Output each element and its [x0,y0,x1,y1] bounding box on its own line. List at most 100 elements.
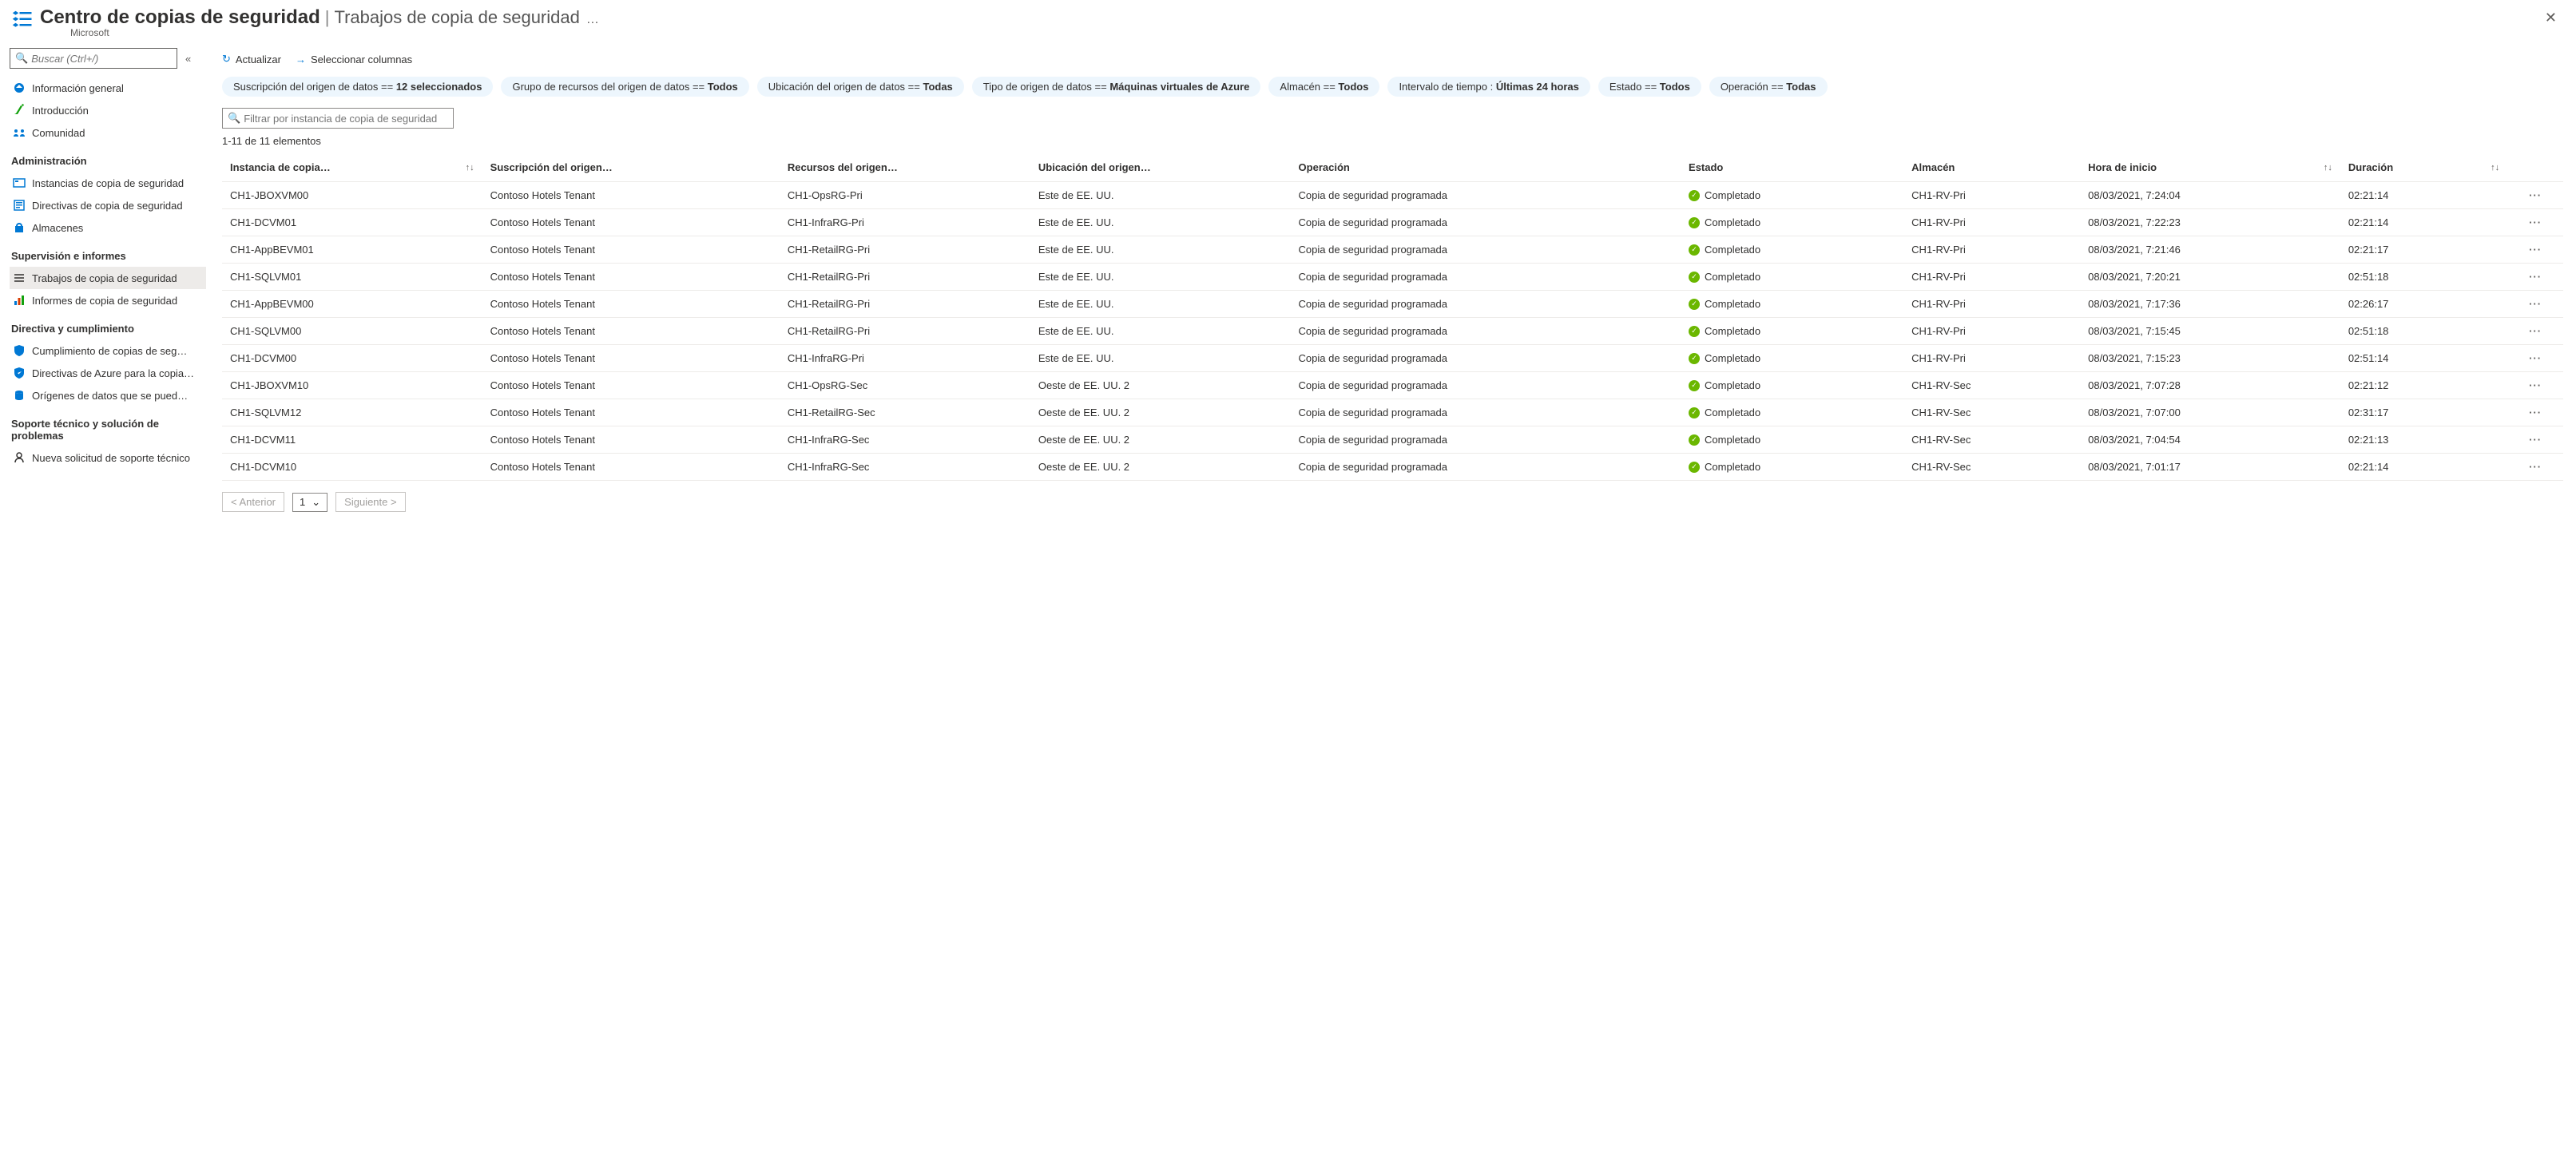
row-more-button[interactable]: ··· [2507,264,2563,291]
cell-resource: CH1-RetailRG-Pri [780,291,1030,318]
sidebar-search-input[interactable] [31,53,172,65]
pager: < Anterior 1 ⌄ Siguiente > [222,492,2563,512]
col-resource[interactable]: Recursos del origen… [780,155,1030,182]
table-row[interactable]: CH1-JBOXVM10Contoso Hotels TenantCH1-Ops… [222,372,2563,399]
cell-status: ✓Completado [1681,454,1903,481]
instance-filter[interactable]: 🔍 [222,108,454,129]
sidebar-item-policies[interactable]: Directivas de copia de seguridad [10,194,206,216]
success-icon: ✓ [1689,353,1700,364]
cell-operation: Copia de seguridad programada [1291,454,1681,481]
table-row[interactable]: CH1-DCVM00Contoso Hotels TenantCH1-Infra… [222,345,2563,372]
row-more-button[interactable]: ··· [2507,291,2563,318]
filter-pill-0[interactable]: Suscripción del origen de datos == 12 se… [222,77,493,97]
filter-pill-4[interactable]: Almacén == Todos [1268,77,1379,97]
overview-icon [13,81,26,94]
cell-vault: CH1-RV-Pri [1903,318,2080,345]
row-more-button[interactable]: ··· [2507,454,2563,481]
row-more-button[interactable]: ··· [2507,209,2563,236]
col-subscription[interactable]: Suscripción del origen… [482,155,780,182]
header-more-button[interactable]: … [586,13,600,27]
section-policy-title: Directiva y cumplimiento [10,311,206,339]
table-row[interactable]: CH1-AppBEVM01Contoso Hotels TenantCH1-Re… [222,236,2563,264]
cell-vault: CH1-RV-Pri [1903,209,2080,236]
success-icon: ✓ [1689,380,1700,391]
filter-pill-1[interactable]: Grupo de recursos del origen de datos ==… [501,77,748,97]
table-row[interactable]: CH1-DCVM11Contoso Hotels TenantCH1-Infra… [222,426,2563,454]
filter-pill-5[interactable]: Intervalo de tiempo : Últimas 24 horas [1387,77,1590,97]
sidebar-item-overview[interactable]: Información general [10,77,206,99]
sidebar-item-jobs[interactable]: Trabajos de copia de seguridad [10,267,206,289]
cell-duration: 02:21:13 [2340,426,2507,454]
sidebar-item-instances[interactable]: Instancias de copia de seguridad [10,172,206,194]
cell-subscription: Contoso Hotels Tenant [482,399,780,426]
sidebar-item-azurepolicy[interactable]: Directivas de Azure para la copia… [10,362,206,384]
cell-subscription: Contoso Hotels Tenant [482,426,780,454]
collapse-sidebar-button[interactable]: « [182,50,194,68]
row-more-button[interactable]: ··· [2507,372,2563,399]
cell-subscription: Contoso Hotels Tenant [482,209,780,236]
filter-pill-3[interactable]: Tipo de origen de datos == Máquinas virt… [972,77,1261,97]
col-starttime[interactable]: Hora de inicio↑↓ [2080,155,2340,182]
table-row[interactable]: CH1-JBOXVM00Contoso Hotels TenantCH1-Ops… [222,182,2563,209]
sidebar-item-vaults[interactable]: Almacenes [10,216,206,239]
cell-starttime: 08/03/2021, 7:15:45 [2080,318,2340,345]
col-duration[interactable]: Duración↑↓ [2340,155,2507,182]
col-operation[interactable]: Operación [1291,155,1681,182]
sidebar-item-datasources[interactable]: Orígenes de datos que se pued… [10,384,206,407]
table-row[interactable]: CH1-DCVM01Contoso Hotels TenantCH1-Infra… [222,209,2563,236]
select-columns-button[interactable]: → Seleccionar columnas [296,54,412,65]
cell-subscription: Contoso Hotels Tenant [482,454,780,481]
col-vault[interactable]: Almacén [1903,155,2080,182]
sidebar-item-getstarted[interactable]: Introducción [10,99,206,121]
instance-filter-input[interactable] [244,113,448,125]
col-location[interactable]: Ubicación del origen… [1030,155,1291,182]
sidebar-item-compliance[interactable]: Cumplimiento de copias de seg… [10,339,206,362]
refresh-button[interactable]: ↻ Actualizar [222,53,281,65]
table-row[interactable]: CH1-DCVM10Contoso Hotels TenantCH1-Infra… [222,454,2563,481]
col-instance[interactable]: Instancia de copia…↑↓ [222,155,482,182]
cell-location: Este de EE. UU. [1030,318,1291,345]
cell-vault: CH1-RV-Pri [1903,264,2080,291]
table-row[interactable]: CH1-SQLVM00Contoso Hotels TenantCH1-Reta… [222,318,2563,345]
sidebar-search[interactable]: 🔍 [10,48,177,69]
cell-subscription: Contoso Hotels Tenant [482,318,780,345]
pager-next-button[interactable]: Siguiente > [335,492,405,512]
pager-page-select[interactable]: 1 ⌄ [292,493,327,512]
sidebar-item-reports[interactable]: Informes de copia de seguridad [10,289,206,311]
row-more-button[interactable]: ··· [2507,345,2563,372]
cell-resource: CH1-RetailRG-Pri [780,264,1030,291]
toolbar: ↻ Actualizar → Seleccionar columnas [222,50,2563,77]
success-icon: ✓ [1689,244,1700,256]
filter-pill-2[interactable]: Ubicación del origen de datos == Todas [757,77,964,97]
row-more-button[interactable]: ··· [2507,426,2563,454]
sidebar-item-label: Orígenes de datos que se pued… [32,390,188,402]
table-row[interactable]: CH1-AppBEVM00Contoso Hotels TenantCH1-Re… [222,291,2563,318]
reports-icon [13,294,26,307]
row-more-button[interactable]: ··· [2507,399,2563,426]
sidebar-item-community[interactable]: Comunidad [10,121,206,144]
pill-prefix: Estado == [1610,81,1660,93]
cell-resource: CH1-InfraRG-Pri [780,345,1030,372]
table-row[interactable]: CH1-SQLVM12Contoso Hotels TenantCH1-Reta… [222,399,2563,426]
pager-prev-button[interactable]: < Anterior [222,492,284,512]
sidebar-item-support[interactable]: Nueva solicitud de soporte técnico [10,446,206,469]
row-more-button[interactable]: ··· [2507,318,2563,345]
row-more-button[interactable]: ··· [2507,236,2563,264]
filter-pill-7[interactable]: Operación == Todas [1709,77,1828,97]
close-button[interactable]: ✕ [2538,6,2563,30]
col-status[interactable]: Estado [1681,155,1903,182]
pill-prefix: Almacén == [1280,81,1338,93]
jobs-table: Instancia de copia…↑↓ Suscripción del or… [222,155,2563,481]
search-icon: 🔍 [15,52,28,65]
cell-duration: 02:21:12 [2340,372,2507,399]
table-row[interactable]: CH1-SQLVM01Contoso Hotels TenantCH1-Reta… [222,264,2563,291]
pill-value: Todas [1786,81,1816,93]
filter-pill-6[interactable]: Estado == Todos [1598,77,1701,97]
row-more-button[interactable]: ··· [2507,182,2563,209]
cell-status: ✓Completado [1681,399,1903,426]
cell-location: Este de EE. UU. [1030,291,1291,318]
compliance-icon [13,344,26,357]
cell-operation: Copia de seguridad programada [1291,426,1681,454]
pill-prefix: Intervalo de tiempo : [1399,81,1495,93]
cell-duration: 02:21:14 [2340,454,2507,481]
